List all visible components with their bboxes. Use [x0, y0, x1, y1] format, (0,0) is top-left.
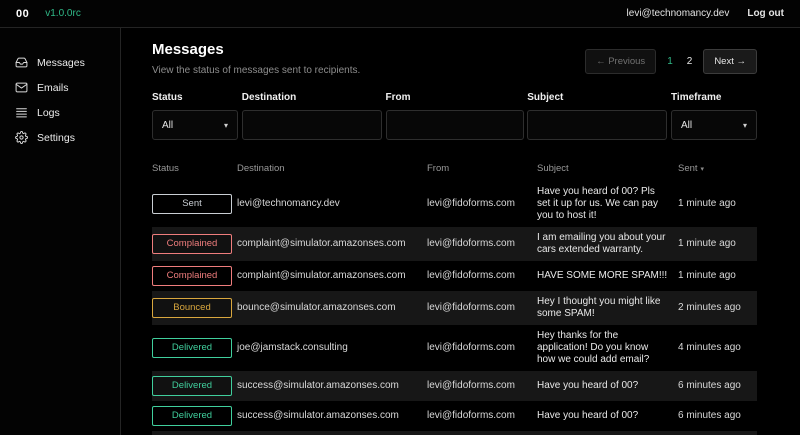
from-filter-label: From [386, 92, 524, 103]
table-row[interactable]: Delivered success@simulator.amazonses.co… [152, 431, 757, 435]
status-badge: Sent [152, 194, 232, 214]
column-header-from: From [427, 163, 537, 174]
sidebar-item-messages[interactable]: Messages [0, 50, 120, 75]
status-badge: Complained [152, 234, 232, 254]
sent-cell: 1 minute ago [678, 198, 757, 210]
sent-cell: 2 minutes ago [678, 302, 757, 314]
sidebar-item-label: Emails [37, 82, 69, 94]
sent-cell: 4 minutes ago [678, 342, 757, 354]
timeframe-filter-select[interactable]: All ▾ [671, 110, 757, 140]
main-content: Messages View the status of messages sen… [121, 28, 800, 435]
destination-cell: bounce@simulator.amazonses.com [237, 302, 427, 314]
status-filter-value: All [162, 120, 173, 131]
status-badge: Delivered [152, 406, 232, 426]
subject-cell: Have you heard of 00? [537, 410, 678, 422]
page-number-1[interactable]: 1 [664, 56, 676, 67]
envelope-icon [15, 81, 28, 94]
sent-cell: 1 minute ago [678, 270, 757, 282]
inbox-icon [15, 56, 28, 69]
table-row[interactable]: Delivered success@simulator.amazonses.co… [152, 401, 757, 431]
table-row[interactable]: Sent levi@technomancy.dev levi@fidoforms… [152, 181, 757, 227]
from-cell: levi@fidoforms.com [427, 198, 537, 210]
sent-cell: 6 minutes ago [678, 380, 757, 392]
column-header-status: Status [152, 163, 237, 174]
subject-cell: I am emailing you about your cars extend… [537, 232, 678, 256]
filters-bar: Status All ▾ Destination From Subject [152, 92, 757, 140]
table-row[interactable]: Complained complaint@simulator.amazonses… [152, 261, 757, 291]
gear-icon [15, 131, 28, 144]
status-badge: Delivered [152, 376, 232, 396]
pagination: ← Previous 1 2 Next → [585, 49, 757, 74]
sidebar-item-label: Logs [37, 107, 60, 119]
page-number-2[interactable]: 2 [684, 56, 696, 67]
app-window: 00 v1.0.0rc levi@technomancy.dev Log out… [0, 0, 800, 435]
table-row[interactable]: Delivered success@simulator.amazonses.co… [152, 371, 757, 401]
next-button[interactable]: Next → [703, 49, 757, 74]
from-cell: levi@fidoforms.com [427, 342, 537, 354]
sidebar: Messages Emails Logs Settings [0, 28, 121, 435]
destination-cell: levi@technomancy.dev [237, 198, 427, 210]
topbar-right: levi@technomancy.dev Log out [627, 8, 784, 19]
table-row[interactable]: Complained complaint@simulator.amazonses… [152, 227, 757, 261]
table-body: Sent levi@technomancy.dev levi@fidoforms… [152, 181, 757, 435]
messages-table: Status Destination From Subject Sent ▾ S… [152, 156, 757, 435]
topbar: 00 v1.0.0rc levi@technomancy.dev Log out [0, 0, 800, 28]
page-title: Messages [152, 41, 360, 58]
logs-icon [15, 106, 28, 119]
destination-filter-label: Destination [242, 92, 382, 103]
page-subtitle: View the status of messages sent to reci… [152, 65, 360, 76]
sidebar-item-label: Messages [37, 57, 85, 69]
column-header-sent[interactable]: Sent ▾ [678, 163, 757, 174]
sent-cell: 1 minute ago [678, 238, 757, 250]
timeframe-filter-label: Timeframe [671, 92, 757, 103]
destination-cell: success@simulator.amazonses.com [237, 380, 427, 392]
column-header-subject: Subject [537, 163, 678, 174]
status-badge: Complained [152, 266, 232, 286]
destination-cell: success@simulator.amazonses.com [237, 410, 427, 422]
from-cell: levi@fidoforms.com [427, 302, 537, 314]
status-filter-select[interactable]: All ▾ [152, 110, 238, 140]
sidebar-item-label: Settings [37, 132, 75, 144]
chevron-down-icon: ▾ [224, 121, 228, 130]
subject-cell: HAVE SOME MORE SPAM!!! [537, 270, 678, 282]
subject-cell: Have you heard of 00? [537, 380, 678, 392]
table-header: Status Destination From Subject Sent ▾ [152, 156, 757, 181]
from-cell: levi@fidoforms.com [427, 380, 537, 392]
subject-filter-label: Subject [527, 92, 667, 103]
subject-filter-input[interactable] [527, 110, 667, 140]
from-filter-input[interactable] [386, 110, 524, 140]
version-label: v1.0.0rc [45, 8, 81, 19]
sidebar-item-emails[interactable]: Emails [0, 75, 120, 100]
timeframe-filter-value: All [681, 120, 692, 131]
subject-cell: Hey I thought you might like some SPAM! [537, 296, 678, 320]
user-email: levi@technomancy.dev [627, 8, 730, 19]
logout-link[interactable]: Log out [747, 8, 784, 19]
status-filter-label: Status [152, 92, 238, 103]
from-cell: levi@fidoforms.com [427, 238, 537, 250]
destination-cell: complaint@simulator.amazonses.com [237, 270, 427, 282]
destination-filter-input[interactable] [242, 110, 382, 140]
sent-cell: 6 minutes ago [678, 410, 757, 422]
subject-cell: Have you heard of 00? Pls set it up for … [537, 186, 678, 222]
chevron-down-icon: ▾ [743, 121, 747, 130]
sort-down-icon: ▾ [701, 165, 705, 173]
subject-cell: Hey thanks for the application! Do you k… [537, 330, 678, 366]
column-header-destination: Destination [237, 163, 427, 174]
previous-button[interactable]: ← Previous [585, 49, 656, 74]
from-cell: levi@fidoforms.com [427, 270, 537, 282]
status-badge: Delivered [152, 338, 232, 358]
destination-cell: complaint@simulator.amazonses.com [237, 238, 427, 250]
destination-cell: joe@jamstack.consulting [237, 342, 427, 354]
status-badge: Bounced [152, 298, 232, 318]
sidebar-item-logs[interactable]: Logs [0, 100, 120, 125]
sidebar-item-settings[interactable]: Settings [0, 125, 120, 150]
table-row[interactable]: Bounced bounce@simulator.amazonses.com l… [152, 291, 757, 325]
app-logo[interactable]: 00 [16, 8, 29, 20]
sent-header-label: Sent [678, 163, 698, 174]
table-row[interactable]: Delivered joe@jamstack.consulting levi@f… [152, 325, 757, 371]
from-cell: levi@fidoforms.com [427, 410, 537, 422]
